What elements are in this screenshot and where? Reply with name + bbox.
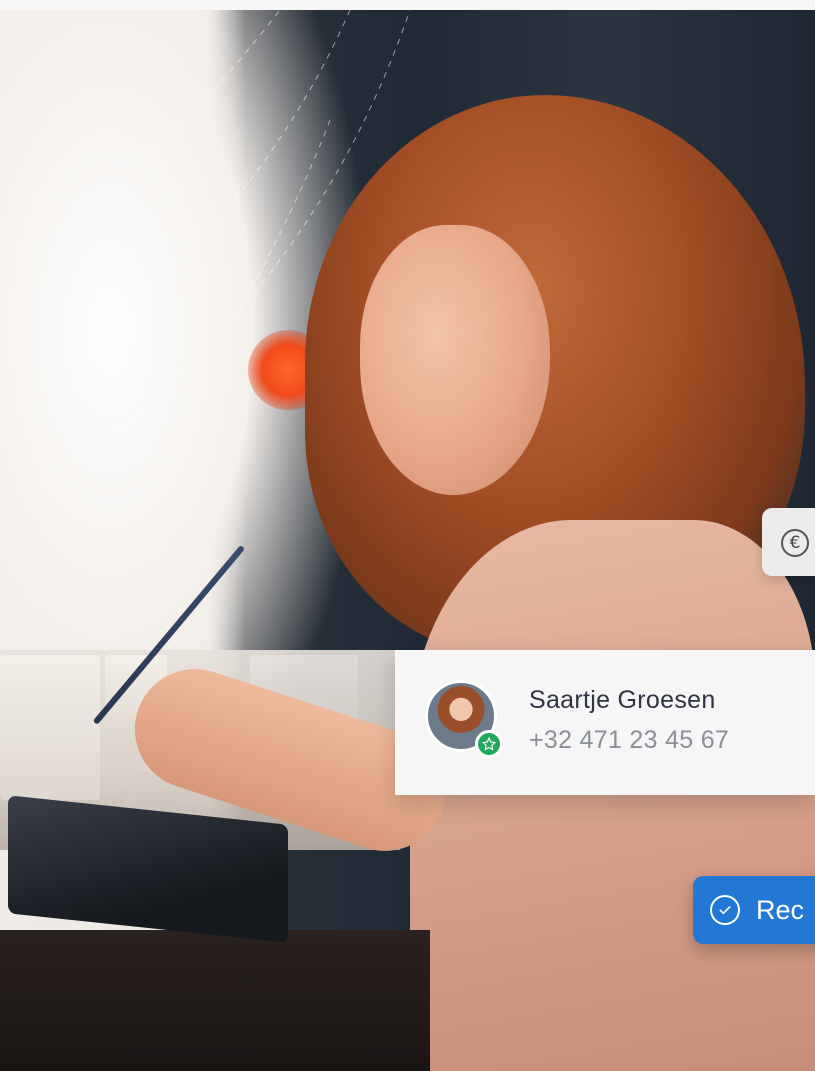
action-button-label: Rec	[756, 894, 805, 925]
contact-phone: +32 471 23 45 67	[529, 726, 730, 754]
star-icon-glyph	[482, 737, 496, 751]
check-icon	[719, 906, 731, 915]
contact-card[interactable]: Saartje Groesen +32 471 23 45 67	[395, 650, 815, 795]
euro-icon: €	[781, 529, 809, 557]
check-circle-icon	[710, 895, 740, 925]
euro-chip[interactable]: €	[762, 508, 815, 576]
action-button[interactable]: Rec	[693, 876, 815, 944]
contact-name: Saartje Groesen	[529, 686, 716, 714]
star-icon	[475, 730, 503, 758]
